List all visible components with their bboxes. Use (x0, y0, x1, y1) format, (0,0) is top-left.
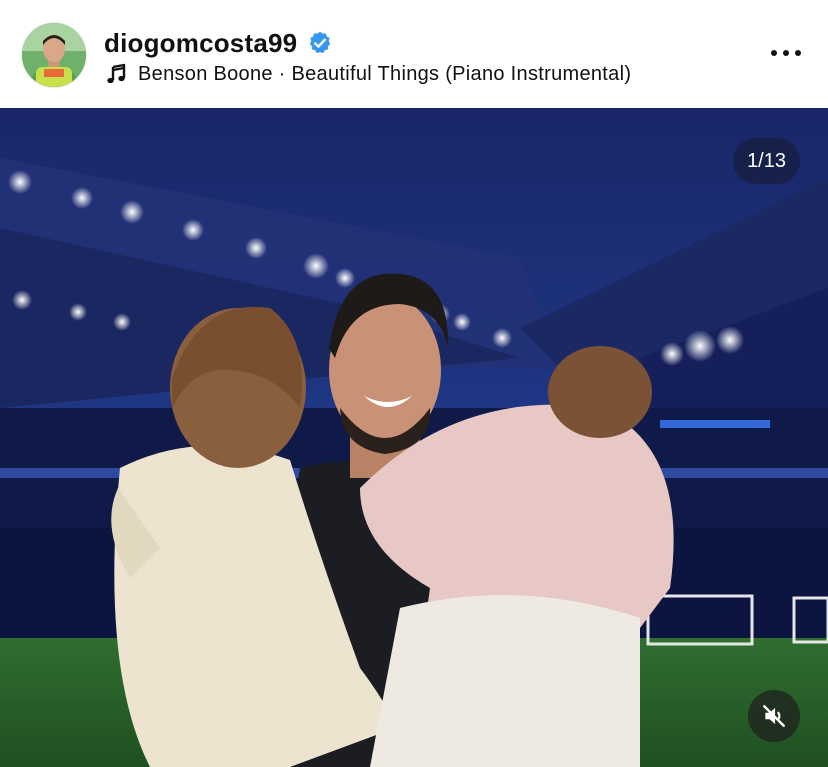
music-track-label: Benson Boone · Beautiful Things (Piano I… (138, 62, 632, 85)
username-row: diogomcosta99 (104, 26, 333, 60)
post-photo (0, 108, 828, 767)
profile-avatar[interactable] (22, 23, 86, 87)
mute-toggle-button[interactable] (748, 690, 800, 742)
post-media[interactable]: 1/13 (0, 108, 828, 767)
music-note-icon (104, 62, 128, 86)
more-horizontal-icon (771, 50, 777, 56)
avatar-image (22, 23, 86, 87)
more-options-button[interactable] (764, 40, 808, 66)
post-header: diogomcosta99 Benson Boone · Beautiful T… (0, 0, 828, 108)
slide-counter: 1/13 (733, 138, 800, 184)
music-row[interactable]: Benson Boone · Beautiful Things (Piano I… (104, 60, 631, 88)
username[interactable]: diogomcosta99 (104, 28, 297, 59)
muted-speaker-icon (763, 705, 785, 727)
verified-badge-icon (307, 30, 333, 56)
